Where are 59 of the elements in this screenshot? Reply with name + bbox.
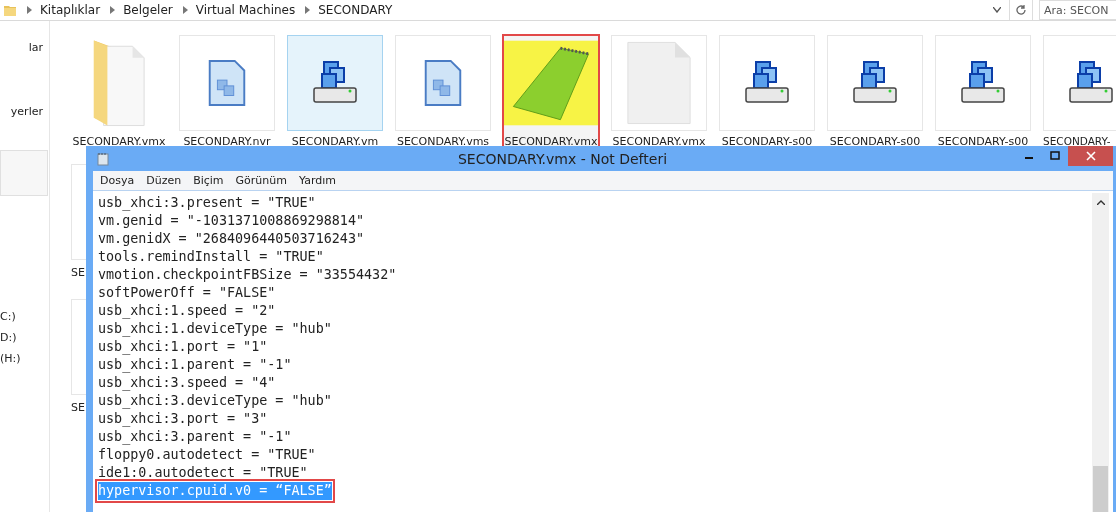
text-line: usb_xhci:3.speed = "4" (98, 374, 276, 392)
file-tile[interactable]: SECONDARY.vmx (503, 35, 599, 148)
blank-page-icon (626, 39, 692, 127)
document-icon (207, 59, 247, 107)
text-line: softPowerOff = "FALSE" (98, 284, 276, 302)
text-line: vm.genidX = "2684096440503716243" (98, 230, 365, 248)
close-icon[interactable] (1085, 151, 1096, 161)
breadcrumb[interactable]: Virtual Machines (195, 3, 296, 17)
breadcrumb[interactable]: SECONDARY (318, 3, 393, 17)
nav-item[interactable]: yerler (10, 104, 43, 120)
dropdown-icon[interactable] (993, 7, 1001, 13)
text-line: usb_xhci:1.speed = "2" (98, 302, 276, 320)
text-line: usb_xhci:3.parent = "-1" (98, 428, 292, 446)
nav-item[interactable]: D:) (0, 330, 17, 346)
file-name: SE (71, 266, 85, 279)
nav-item[interactable]: lar (28, 40, 43, 56)
text-line: usb_xhci:3.deviceType = "hub" (98, 392, 332, 410)
text-line: usb_xhci:3.port = "3" (98, 410, 268, 428)
window-title: SECONDARY.vmx - Not Defteri (456, 150, 669, 167)
chevron-icon (27, 6, 32, 14)
refresh-button[interactable] (1009, 0, 1033, 20)
breadcrumb[interactable]: Kitaplıklar (40, 3, 101, 17)
file-name: SE (71, 401, 85, 414)
folder-icon (3, 3, 17, 17)
close-button[interactable] (1068, 146, 1113, 166)
chevron-up-icon[interactable] (1096, 200, 1105, 205)
server-icon (312, 60, 358, 106)
maximize-icon[interactable] (1050, 151, 1060, 161)
menu-item[interactable]: Biçim (193, 174, 224, 187)
text-line: usb_xhci:1.parent = "-1" (98, 356, 292, 374)
document-icon (423, 59, 463, 107)
menu-item[interactable]: Dosya (100, 174, 135, 187)
server-icon (852, 60, 898, 106)
chevron-icon (305, 6, 311, 14)
text-line: usb_xhci:1.deviceType = "hub" (98, 320, 332, 338)
chevron-icon (182, 6, 188, 14)
breadcrumb[interactable]: Belgeler (123, 3, 173, 17)
notepad-icon (97, 151, 109, 166)
menu-item[interactable]: Düzen (146, 174, 182, 187)
scrollbar[interactable] (1092, 193, 1109, 512)
menu-item[interactable]: Görünüm (235, 174, 287, 187)
nav-item[interactable]: C:) (0, 309, 16, 325)
menu-item[interactable]: Yardım (299, 174, 337, 187)
server-icon (960, 60, 1006, 106)
notepad-icon (504, 39, 598, 127)
text-line: usb_xhci:3.present = "TRUE" (98, 194, 316, 212)
search-field[interactable]: Ara: SECON (1039, 0, 1116, 20)
text-line: tools.remindInstall = "TRUE" (98, 248, 324, 266)
text-line: usb_xhci:1.port = "1" (98, 338, 268, 356)
chevron-icon (110, 6, 116, 14)
server-icon (744, 60, 790, 106)
text-line: ide1:0.autodetect = "TRUE" (98, 464, 308, 482)
refresh-icon[interactable] (1015, 4, 1027, 16)
server-icon (1068, 60, 1114, 106)
scrollbar-thumb[interactable] (1093, 466, 1108, 512)
nav-item[interactable]: (H:) (0, 351, 21, 367)
text-line: vmotion.checkpointFBSize = "33554432" (98, 266, 397, 284)
text-line: floppy0.autodetect = "TRUE" (98, 446, 316, 464)
text-line: vm.genid = "-1031371008869298814" (98, 212, 365, 230)
